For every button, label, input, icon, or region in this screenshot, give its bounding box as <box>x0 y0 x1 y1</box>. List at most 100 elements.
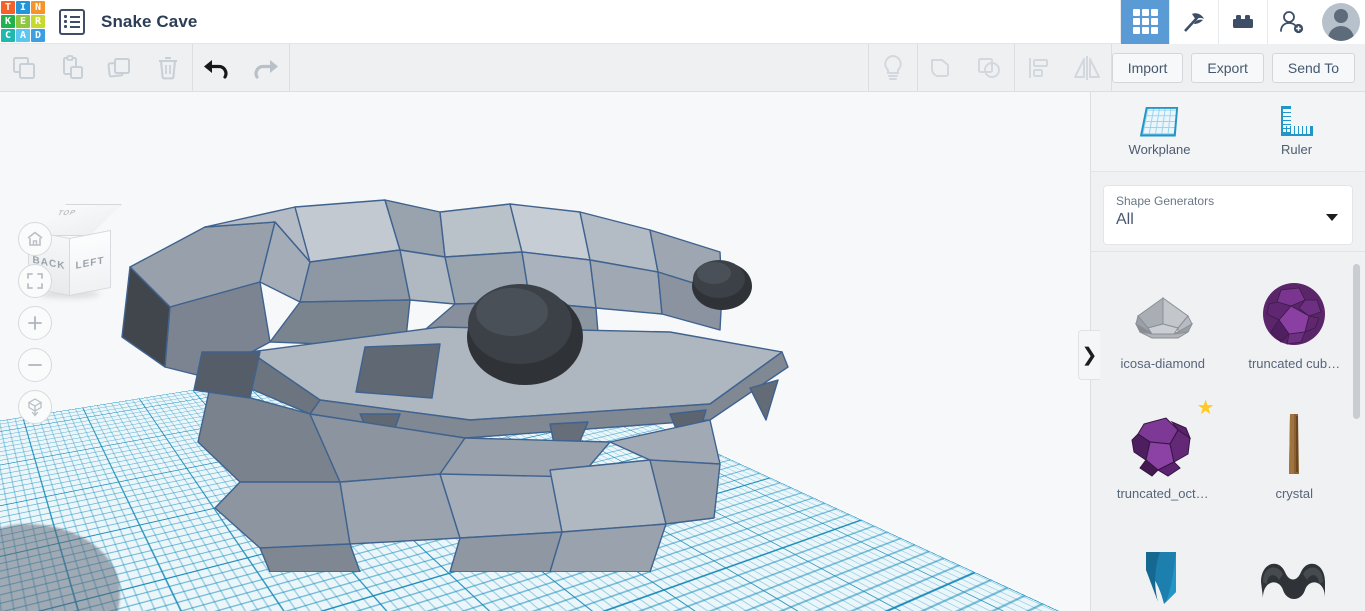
tinkercad-app: T I N K E R C A D Snake Cave <box>0 0 1365 611</box>
main-toolbar: Import Export Send To <box>0 44 1365 92</box>
duplicate-glyph <box>106 54 134 82</box>
workplane-icon <box>1139 107 1177 136</box>
brick-icon[interactable] <box>1218 0 1267 44</box>
shape-thumbnail <box>1120 276 1206 352</box>
group-icon[interactable] <box>918 44 966 92</box>
panel-scrollbar-thumb[interactable] <box>1353 264 1360 419</box>
ruler-horizontal <box>1281 126 1313 136</box>
shape-item-truncated-cuboctahedron[interactable]: truncated cub… <box>1229 262 1361 392</box>
align-glyph <box>1025 54 1053 82</box>
crystal-icon <box>1251 406 1337 482</box>
workplane-tool-label: Workplane <box>1129 142 1191 157</box>
shape-item-blue-curved[interactable] <box>1097 522 1229 611</box>
mirror-glyph <box>1070 54 1104 82</box>
avatar[interactable] <box>1316 0 1365 44</box>
box-arrow-icon <box>25 397 45 417</box>
logo-tile: I <box>16 1 30 14</box>
pickaxe-icon[interactable] <box>1169 0 1218 44</box>
zoom-out-button[interactable] <box>18 348 52 382</box>
mirror-icon[interactable] <box>1063 44 1111 92</box>
list-bullet <box>64 15 67 18</box>
shape-thumbnail <box>1251 276 1337 352</box>
file-action-buttons: Import Export Send To <box>1112 53 1365 83</box>
minus-icon <box>26 356 44 374</box>
list-icon[interactable] <box>59 9 85 35</box>
shape-item-dark-wave[interactable] <box>1229 522 1361 611</box>
align-icon[interactable] <box>1015 44 1063 92</box>
pickaxe-glyph <box>1181 9 1207 35</box>
logo-tile: K <box>1 15 15 28</box>
redo-icon[interactable] <box>241 44 289 92</box>
import-button[interactable]: Import <box>1112 53 1184 83</box>
right-panel: Workplane Ruler Shape Generators All <box>1090 92 1365 611</box>
paste-icon[interactable] <box>48 44 96 92</box>
list-line <box>70 16 80 18</box>
tinkercad-logo[interactable]: T I N K E R C A D <box>0 0 44 44</box>
chevron-down-icon[interactable] <box>1326 214 1338 221</box>
grid-glyph <box>1133 9 1158 34</box>
view-cube-left-face[interactable]: LEFT <box>69 230 111 296</box>
shape-thumbnail <box>1251 536 1337 611</box>
light-bulb-icon[interactable] <box>869 44 917 92</box>
panel-scrollbar-track[interactable] <box>1356 252 1363 611</box>
ungroup-icon[interactable] <box>966 44 1014 92</box>
blue-curved-shape-icon <box>1120 536 1206 611</box>
add-user-icon[interactable] <box>1267 0 1316 44</box>
list-bullet <box>64 25 67 28</box>
paste-glyph <box>58 54 86 82</box>
logo-tile: E <box>16 15 30 28</box>
ruler-tool[interactable]: Ruler <box>1242 106 1352 157</box>
model-eye <box>692 260 752 310</box>
shape-label: truncated_oct… <box>1117 486 1209 501</box>
trash-glyph <box>154 54 182 82</box>
list-icon-row <box>64 20 80 23</box>
history-tool-group <box>193 44 289 92</box>
undo-icon[interactable] <box>193 44 241 92</box>
delete-icon[interactable] <box>144 44 192 92</box>
copy-icon[interactable] <box>0 44 48 92</box>
shape-generators-label: Shape Generators <box>1116 194 1340 208</box>
logo-tile: N <box>31 1 45 14</box>
list-line <box>70 26 80 28</box>
logo-tile: R <box>31 15 45 28</box>
logo-tile: C <box>1 29 15 42</box>
logo-tile: A <box>16 29 30 42</box>
home-view-button[interactable] <box>18 222 52 256</box>
model-snake-cave[interactable] <box>110 152 830 572</box>
shape-thumbnail <box>1251 406 1337 482</box>
page-title[interactable]: Snake Cave <box>101 12 197 32</box>
grid-apps-icon[interactable] <box>1120 0 1169 44</box>
bulb-glyph <box>879 53 907 83</box>
panel-collapse-toggle[interactable]: ❯ <box>1078 330 1100 380</box>
zoom-in-button[interactable] <box>18 306 52 340</box>
shape-item-truncated-octahedron[interactable]: ★ <box>1097 392 1229 522</box>
copy-glyph <box>10 54 38 82</box>
shape-item-crystal[interactable]: crystal <box>1229 392 1361 522</box>
workplane-tool[interactable]: Workplane <box>1105 106 1215 157</box>
redo-glyph <box>248 54 282 82</box>
panel-tool-row: Workplane Ruler <box>1091 92 1365 172</box>
truncated-cuboctahedron-icon <box>1251 276 1337 352</box>
3d-viewport[interactable]: TOP BACK LEFT <box>0 92 1090 611</box>
shape-label: crystal <box>1275 486 1313 501</box>
truncated-octahedron-icon <box>1120 406 1206 482</box>
shape-generators-select[interactable]: Shape Generators All <box>1103 185 1353 245</box>
shape-library-grid: icosa-diamond <box>1091 252 1365 611</box>
export-button[interactable]: Export <box>1191 53 1263 83</box>
app-header: T I N K E R C A D Snake Cave <box>0 0 1365 44</box>
shape-library-scroll[interactable]: icosa-diamond <box>1091 251 1365 611</box>
plus-icon <box>26 314 44 332</box>
fit-to-view-button[interactable] <box>18 264 52 298</box>
shape-item-icosa-diamond[interactable]: icosa-diamond <box>1097 262 1229 392</box>
list-bullet <box>64 20 67 23</box>
send-to-button[interactable]: Send To <box>1272 53 1355 83</box>
shape-generators-value: All <box>1116 211 1340 229</box>
duplicate-icon[interactable] <box>96 44 144 92</box>
dark-wave-shape-icon <box>1251 536 1337 611</box>
home-icon <box>26 230 44 248</box>
list-line <box>70 21 80 23</box>
ortho-perspective-toggle[interactable] <box>18 390 52 424</box>
add-user-glyph <box>1278 9 1306 35</box>
header-actions <box>1120 0 1365 44</box>
shape-thumbnail <box>1120 406 1206 482</box>
